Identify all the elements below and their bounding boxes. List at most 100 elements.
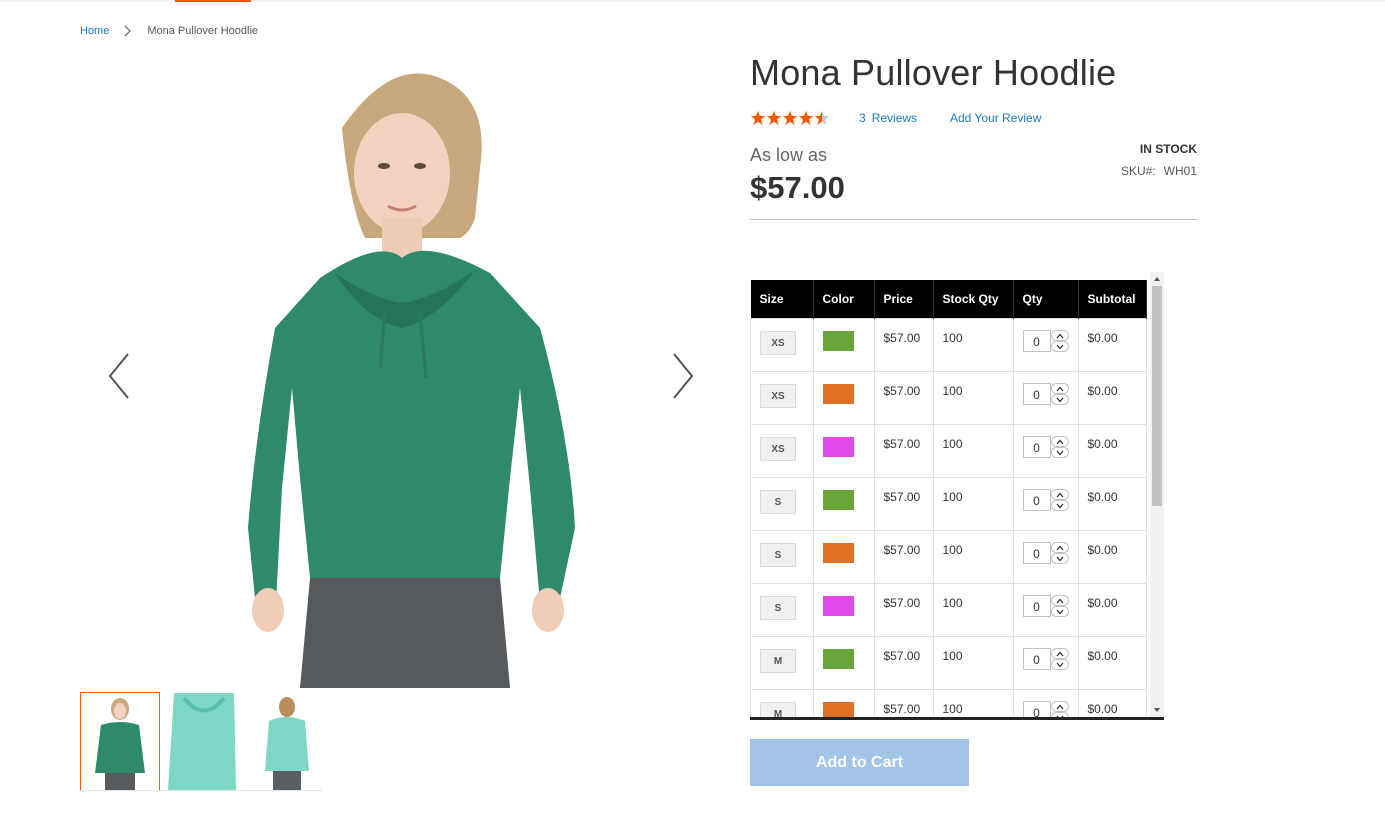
size-cell: S [750,583,814,637]
reviews-link[interactable]: 3 Reviews [859,111,917,125]
qty-cell: 0 [1012,530,1079,584]
chevron-down-icon [1056,609,1063,614]
column-header-subtotal: Subtotal [1078,280,1147,319]
thumbnail-2[interactable] [163,692,243,791]
qty-increment-button[interactable] [1050,542,1069,553]
quantity-stepper: 0 [1022,648,1069,670]
row-price: $57.00 [883,596,921,610]
color-swatch [822,596,854,616]
qty-input[interactable]: 0 [1022,330,1051,352]
table-body: XS $57.00 100 0 $0.00 XS $57.00 100 0 $0.00 XS $57.… [750,318,1147,720]
qty-increment-button[interactable] [1050,701,1069,712]
stock-cell: 100 [932,371,1014,425]
thumbnail-3[interactable] [246,692,326,791]
qty-input[interactable]: 0 [1022,542,1051,564]
row-stock-qty: 100 [942,490,963,504]
size-cell: M [750,636,814,690]
qty-increment-button[interactable] [1050,436,1069,447]
add-review-link[interactable]: Add Your Review [950,111,1041,125]
color-swatch [822,331,854,351]
row-stock-qty: 100 [942,543,963,557]
qty-input[interactable]: 0 [1022,648,1051,670]
qty-steppers [1050,383,1069,405]
row-price: $57.00 [883,331,921,345]
row-stock-qty: 100 [942,437,963,451]
thumbnail-1[interactable] [80,692,160,791]
qty-increment-button[interactable] [1050,330,1069,341]
chevron-up-icon [1056,333,1063,338]
qty-decrement-button[interactable] [1050,447,1069,458]
chevron-down-icon [1056,344,1063,349]
qty-input[interactable]: 0 [1022,383,1051,405]
column-header-stock-qty: Stock Qty [933,280,1014,319]
stock-cell: 100 [932,318,1014,372]
size-label: S [760,596,796,620]
size-cell: XS [750,371,814,425]
chevron-up-icon [1056,492,1063,497]
qty-increment-button[interactable] [1050,648,1069,659]
row-subtotal: $0.00 [1087,702,1118,716]
qty-increment-button[interactable] [1050,383,1069,394]
sku-label: SKU#: [1120,164,1156,178]
scroll-down-icon[interactable] [1150,703,1164,717]
thumbnail-photo [247,693,325,790]
scrollbar-thumb[interactable] [1152,286,1162,506]
row-subtotal: $0.00 [1087,331,1118,345]
chevron-left-icon[interactable] [102,346,142,406]
qty-steppers [1050,489,1069,511]
reviews-label: Reviews [871,111,918,125]
table-header-row: Size Color Price Stock Qty Qty Subtotal [750,280,1147,319]
breadcrumb-home-link[interactable]: Home [80,25,109,37]
size-cell: S [750,477,814,531]
breadcrumb: Home Mona Pullover Hoodlie [80,25,258,37]
qty-input[interactable]: 0 [1022,436,1051,458]
table-row: XS $57.00 100 0 $0.00 [750,371,1147,425]
chevron-up-icon [1056,704,1063,709]
qty-increment-button[interactable] [1050,489,1069,500]
price-cell: $57.00 [873,583,934,637]
qty-decrement-button[interactable] [1050,341,1069,352]
rating-stars[interactable] [750,110,830,126]
qty-decrement-button[interactable] [1050,553,1069,564]
table-row: M $57.00 100 0 $0.00 [750,636,1147,690]
grid-scroll-area[interactable]: Size Color Price Stock Qty Qty Subtotal … [750,280,1150,720]
chevron-down-icon [1056,503,1063,508]
price-cell: $57.00 [873,689,934,720]
qty-decrement-button[interactable] [1050,659,1069,670]
add-to-cart-button[interactable]: Add to Cart [750,739,969,786]
qty-steppers [1050,648,1069,670]
color-cell [812,636,875,690]
subtotal-cell: $0.00 [1077,424,1147,478]
chevron-up-icon [1056,545,1063,550]
qty-cell: 0 [1012,689,1079,720]
qty-decrement-button[interactable] [1050,606,1069,617]
chevron-right-icon[interactable] [662,346,702,406]
table-row: XS $57.00 100 0 $0.00 [750,424,1147,478]
color-cell [812,371,875,425]
product-main-image[interactable] [80,58,720,688]
color-swatch [822,490,854,510]
qty-decrement-button[interactable] [1050,394,1069,405]
qty-input[interactable]: 0 [1022,595,1051,617]
chevron-up-icon [1056,598,1063,603]
row-stock-qty: 100 [942,702,963,716]
quantity-stepper: 0 [1022,542,1069,564]
column-header-price: Price [874,280,934,319]
subtotal-cell: $0.00 [1077,477,1147,531]
price-cell: $57.00 [873,371,934,425]
row-subtotal: $0.00 [1087,437,1118,451]
grid-scrollbar[interactable] [1150,272,1164,717]
qty-cell: 0 [1012,636,1079,690]
qty-input[interactable]: 0 [1022,489,1051,511]
row-price: $57.00 [883,649,921,663]
color-swatch [822,437,854,457]
qty-increment-button[interactable] [1050,595,1069,606]
stock-cell: 100 [932,636,1014,690]
size-cell: S [750,530,814,584]
size-label: S [760,490,796,514]
chevron-down-icon [1056,450,1063,455]
qty-decrement-button[interactable] [1050,500,1069,511]
quantity-stepper: 0 [1022,436,1069,458]
scroll-up-icon[interactable] [1150,272,1164,286]
stock-cell: 100 [932,530,1014,584]
